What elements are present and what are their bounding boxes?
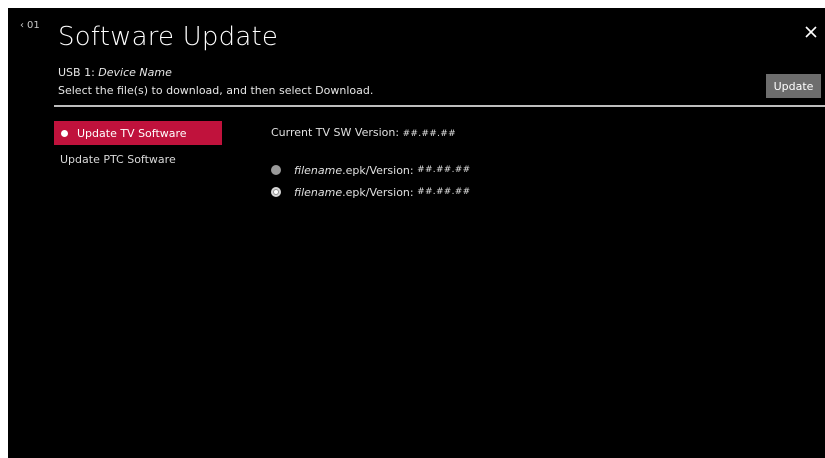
tv-screen: ‹ 01 Software Update USB 1: Device Name … [8,8,825,458]
back-button[interactable]: ‹ 01 [20,20,40,31]
instruction-text: Select the file(s) to download, and then… [58,84,374,97]
device-line: USB 1: Device Name [58,66,172,79]
current-version-label: Current TV SW Version: [271,126,400,139]
device-name: Device Name [98,66,172,79]
header-divider [54,105,825,107]
close-icon [805,26,817,38]
file-name: filename [294,163,343,177]
radio-button[interactable] [271,165,281,175]
file-version: ##.##.## [417,187,471,197]
nav-item-update-tv-software[interactable]: Update TV Software [54,121,222,145]
selected-dot-icon [61,129,68,137]
current-version-value: ##.##.## [402,129,456,139]
file-option-1[interactable]: filename .epk/Version: ##.##.## [271,163,470,177]
file-option-2[interactable]: filename .epk/Version: ##.##.## [271,185,470,199]
close-button[interactable] [803,24,819,40]
nav-item-update-ptc-software[interactable]: Update PTC Software [54,147,228,171]
current-version: Current TV SW Version: ##.##.## [271,126,456,139]
page-title: Software Update [58,22,279,52]
nav-item-label: Update TV Software [77,126,187,140]
file-suffix: .epk/Version: [342,163,414,177]
radio-button-selected[interactable] [271,187,281,197]
update-button[interactable]: Update [766,74,821,98]
file-suffix: .epk/Version: [342,185,414,199]
nav-item-label: Update PTC Software [60,152,176,166]
chevron-left-icon: ‹ [20,19,24,31]
file-name: filename [294,185,343,199]
file-version: ##.##.## [417,165,471,175]
device-prefix: USB 1: [58,66,95,79]
back-number: 01 [27,20,40,31]
